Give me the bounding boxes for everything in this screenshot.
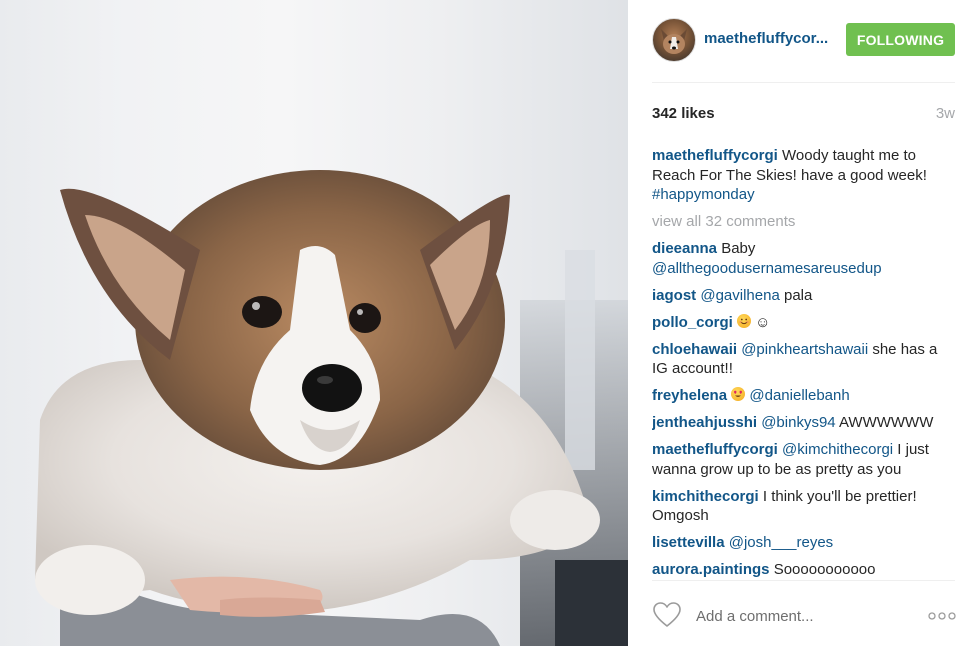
comment-item: maethefluffycorgi @kimchithecorgi I just…	[652, 440, 955, 479]
post-header: maethefluffycor... FOLLOWING	[652, 18, 955, 64]
header-divider	[652, 82, 955, 83]
avatar[interactable]	[652, 18, 696, 62]
post-time[interactable]: 3w	[936, 105, 955, 122]
comment-item: kimchithecorgi I think you'll be prettie…	[652, 487, 955, 526]
comment-text: Sooooooooooo	[769, 561, 876, 578]
comment-mention[interactable]: @allthegoodusernamesareusedup	[652, 260, 882, 277]
comment-username[interactable]: maethefluffycorgi	[652, 441, 778, 458]
comment-mention[interactable]: @gavilhena	[700, 287, 779, 304]
heart-eyes-icon	[731, 387, 746, 401]
footer-divider	[652, 580, 955, 581]
comment-text: pala	[779, 286, 813, 304]
more-options-button[interactable]	[928, 608, 956, 624]
more-options-icon	[928, 612, 956, 620]
view-all-comments-link[interactable]: view all 32 comments	[652, 212, 955, 232]
comment-username[interactable]: iagost	[652, 287, 696, 304]
comment-mention[interactable]: @pinkheartshawaii	[741, 341, 868, 358]
comment-text: ☺	[751, 313, 771, 331]
comment-mention[interactable]: @kimchithecorgi	[782, 441, 893, 458]
comment-text: AWWWWWW	[835, 414, 934, 431]
comment-username[interactable]: chloehawaii	[652, 341, 737, 358]
add-comment-input[interactable]	[694, 600, 898, 632]
like-button[interactable]	[652, 601, 682, 629]
caption: maethefluffycorgi Woody taught me to Rea…	[652, 146, 955, 205]
post-photo[interactable]	[0, 0, 628, 646]
comment-username[interactable]: jentheahjusshi	[652, 414, 757, 431]
comment-item: freyhelena @daniellebanh	[652, 386, 955, 406]
smiling-face-icon	[737, 313, 752, 328]
comment-text: Baby	[717, 240, 756, 257]
comment-mention[interactable]: @josh___reyes	[729, 534, 833, 551]
comment-username[interactable]: freyhelena	[652, 387, 727, 404]
comment-username[interactable]: pollo_corgi	[652, 314, 733, 331]
comment-username[interactable]: kimchithecorgi	[652, 488, 759, 505]
comment-item: jentheahjusshi @binkys94 AWWWWWW	[652, 413, 955, 433]
likes-count[interactable]: 342 likes	[652, 105, 715, 122]
comment-item: aurora.paintings Sooooooooooo	[652, 560, 955, 580]
caption-hashtag[interactable]: #happymonday	[652, 186, 755, 203]
following-button[interactable]: FOLLOWING	[846, 23, 955, 56]
heart-outline-icon	[653, 602, 681, 627]
comments-list[interactable]: maethefluffycorgi Woody taught me to Rea…	[652, 146, 955, 580]
instagram-post: maethefluffycor... FOLLOWING 342 likes 3…	[0, 0, 975, 646]
caption-username[interactable]: maethefluffycorgi	[652, 147, 778, 164]
comment-item: dieeanna Baby @allthegoodusernamesareuse…	[652, 239, 955, 278]
comment-username[interactable]: dieeanna	[652, 240, 717, 257]
comment-username[interactable]: lisettevilla	[652, 534, 725, 551]
comment-mention[interactable]: @daniellebanh	[749, 387, 849, 404]
post-sidebar: maethefluffycor... FOLLOWING 342 likes 3…	[628, 0, 975, 646]
comment-item: pollo_corgi ☺	[652, 313, 955, 333]
comment-username[interactable]: aurora.paintings	[652, 561, 770, 578]
comment-item: chloehawaii @pinkheartshawaii she has a …	[652, 340, 955, 379]
comment-item: iagost @gavilhena pala	[652, 286, 955, 306]
corgi-puppy-photo	[35, 170, 628, 646]
comment-mention[interactable]: @binkys94	[761, 414, 835, 431]
corgi-avatar-icon	[661, 29, 687, 54]
header-username-link[interactable]: maethefluffycor...	[704, 30, 828, 47]
comment-item: lisettevilla @josh___reyes	[652, 533, 955, 553]
